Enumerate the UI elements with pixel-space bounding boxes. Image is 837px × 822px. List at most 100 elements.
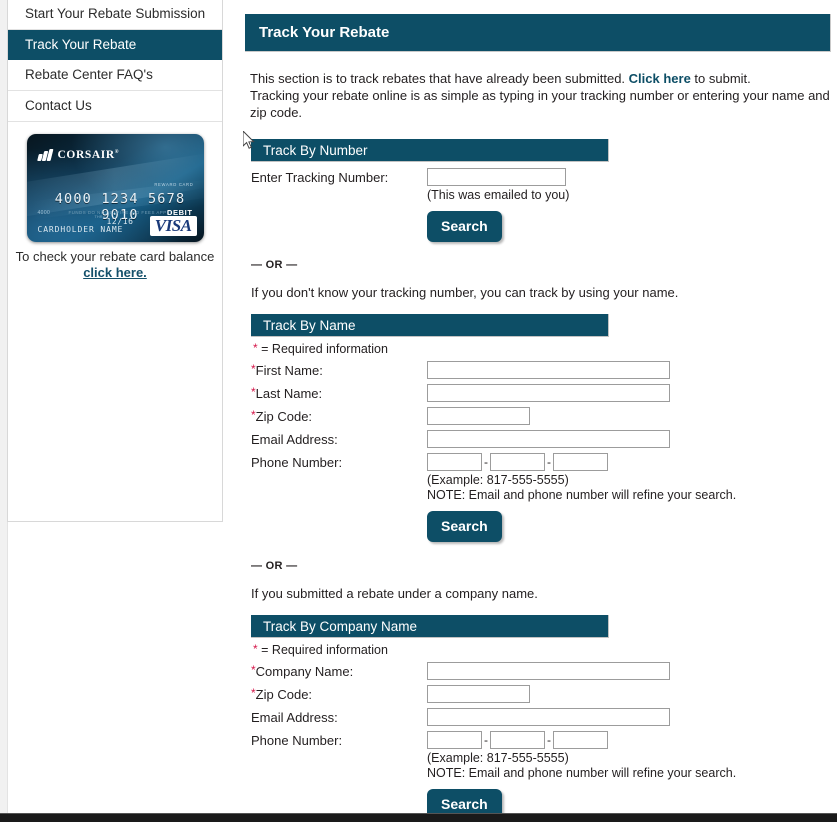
phone-line-input-company[interactable] xyxy=(553,731,608,749)
company-name-label-text: Company Name: xyxy=(255,664,354,679)
required-legend-text: = Required information xyxy=(261,643,388,657)
required-legend-name: * = Required information xyxy=(251,342,837,356)
first-name-label-text: First Name: xyxy=(255,363,323,378)
phone-dash: - xyxy=(547,733,551,747)
phone-label-name: Phone Number: xyxy=(251,455,343,470)
corsair-logo: CORSAIR® xyxy=(36,149,120,161)
zip-code-row-name: *Zip Code: xyxy=(251,407,837,425)
zip-code-input-name[interactable] xyxy=(427,407,530,425)
corsair-wordmark: CORSAIR® xyxy=(58,149,120,161)
corsair-sails-icon xyxy=(36,149,55,161)
page-title: Track Your Rebate xyxy=(245,14,831,52)
last-name-label: *Last Name: xyxy=(251,384,427,401)
card-reward-label: REWARD CARD xyxy=(154,182,194,187)
or-divider-1: — OR — xyxy=(251,259,298,271)
phone-example-name: (Example: 817-555-5555) xyxy=(427,473,569,487)
phone-dash: - xyxy=(484,455,488,469)
phone-example-company: (Example: 817-555-5555) xyxy=(427,751,569,765)
phone-note-company: NOTE: Email and phone number will refine… xyxy=(427,766,737,780)
last-name-input[interactable] xyxy=(427,384,670,402)
required-legend-company: * = Required information xyxy=(251,643,837,657)
phone-area-input-name[interactable] xyxy=(427,453,482,471)
track-by-name-actions: Search xyxy=(427,502,837,542)
sidebar-item-label: Rebate Center FAQ's xyxy=(25,67,153,82)
tracking-number-label: Enter Tracking Number: xyxy=(251,170,389,185)
sidebar-item-contact-us[interactable]: Contact Us xyxy=(8,91,222,122)
sidebar: Start Your Rebate Submission Track Your … xyxy=(7,0,223,522)
email-row-company: Email Address: xyxy=(251,708,837,726)
phone-row-company: Phone Number: - - (Example: 817-555-5555… xyxy=(251,731,837,780)
intro-line2: Tracking your rebate online is as simple… xyxy=(250,88,830,120)
track-by-name-header: Track By Name xyxy=(251,314,609,337)
last-name-label-text: Last Name: xyxy=(255,386,323,401)
email-input-name[interactable] xyxy=(427,430,670,448)
first-name-label: *First Name: xyxy=(251,361,427,378)
sidebar-item-label: Track Your Rebate xyxy=(25,37,137,52)
card-holder-name: CARDHOLDER NAME xyxy=(37,225,124,234)
rebate-card-block: CORSAIR® REWARD CARD 4000 1234 5678 9010… xyxy=(8,122,222,281)
phone-prefix-input-company[interactable] xyxy=(490,731,545,749)
track-by-name-lead: If you don't know your tracking number, … xyxy=(251,285,679,300)
intro-line1-before: This section is to track rebates that ha… xyxy=(250,71,629,86)
search-button-track-by-name[interactable]: Search xyxy=(427,511,502,542)
card-fine-print: FUNDS DO NOT EXPIRE. NO FEES APPLY xyxy=(68,210,173,215)
search-button-track-by-number[interactable]: Search xyxy=(427,211,502,242)
phone-line-input-name[interactable] xyxy=(553,453,608,471)
track-by-company-section: Track By Company Name * = Required infor… xyxy=(245,615,837,820)
intro-line1-after: to submit. xyxy=(690,71,751,86)
card-balance-link[interactable]: click here. xyxy=(83,265,147,280)
track-by-number-section: Track By Number Enter Tracking Number: (… xyxy=(245,139,837,242)
page-root: Start Your Rebate Submission Track Your … xyxy=(0,0,837,822)
email-row-name: Email Address: xyxy=(251,430,837,448)
tracking-number-row: Enter Tracking Number: (This was emailed… xyxy=(251,168,837,202)
phone-group-name: - - (Example: 817-555-5555) NOTE: Email … xyxy=(427,453,736,502)
visa-wordmark: VISA xyxy=(154,216,192,235)
company-name-row: *Company Name: xyxy=(251,662,837,680)
sidebar-item-label: Start Your Rebate Submission xyxy=(25,6,206,21)
track-by-company-lead: If you submitted a rebate under a compan… xyxy=(251,586,538,601)
track-by-number-header: Track By Number xyxy=(251,139,609,162)
required-asterisk: * xyxy=(253,642,258,656)
submit-rebate-link[interactable]: Click here xyxy=(629,71,691,86)
first-name-row: *First Name: xyxy=(251,361,837,379)
email-label: Email Address: xyxy=(251,430,427,447)
zip-code-row-company: *Zip Code: xyxy=(251,685,837,703)
first-name-input[interactable] xyxy=(427,361,670,379)
card-number-short: 4000 xyxy=(37,210,51,216)
phone-dash: - xyxy=(547,455,551,469)
phone-label-company: Phone Number: xyxy=(251,733,343,748)
zip-code-label-company: *Zip Code: xyxy=(251,685,427,702)
or-divider-2: — OR — xyxy=(251,560,298,572)
sidebar-item-track-your-rebate[interactable]: Track Your Rebate xyxy=(8,30,222,60)
required-legend-text: = Required information xyxy=(261,342,388,356)
last-name-row: *Last Name: xyxy=(251,384,837,402)
zip-code-label: *Zip Code: xyxy=(251,407,427,424)
phone-area-input-company[interactable] xyxy=(427,731,482,749)
sidebar-item-label: Contact Us xyxy=(25,98,92,113)
sidebar-nav: Start Your Rebate Submission Track Your … xyxy=(8,0,222,122)
sidebar-item-rebate-center-faqs[interactable]: Rebate Center FAQ's xyxy=(8,60,222,91)
rebate-card-image: CORSAIR® REWARD CARD 4000 1234 5678 9010… xyxy=(26,134,204,242)
sidebar-item-start-your-rebate-submission[interactable]: Start Your Rebate Submission xyxy=(8,0,222,30)
company-name-label: *Company Name: xyxy=(251,662,427,679)
zip-code-input-company[interactable] xyxy=(427,685,530,703)
tracking-number-input[interactable] xyxy=(427,168,566,186)
card-balance-caption: To check your rebate card balance click … xyxy=(8,249,222,281)
phone-group-company: - - (Example: 817-555-5555) NOTE: Email … xyxy=(427,731,736,780)
intro-text: This section is to track rebates that ha… xyxy=(245,70,837,121)
corsair-wordmark-text: CORSAIR xyxy=(57,149,115,161)
phone-note-name: NOTE: Email and phone number will refine… xyxy=(427,488,737,502)
card-balance-caption-text: To check your rebate card balance xyxy=(15,249,215,264)
zip-code-label-text: Zip Code: xyxy=(255,409,313,424)
phone-prefix-input-name[interactable] xyxy=(490,453,545,471)
email-label-company: Email Address: xyxy=(251,708,427,725)
track-by-name-section: Track By Name * = Required information *… xyxy=(245,314,837,542)
visa-logo: VISA xyxy=(149,216,197,236)
phone-dash: - xyxy=(484,733,488,747)
email-input-company[interactable] xyxy=(427,708,670,726)
company-name-input[interactable] xyxy=(427,662,670,680)
card-expiry-label: THRU xyxy=(94,215,106,219)
main-content: Track Your Rebate This section is to tra… xyxy=(245,0,837,820)
phone-row-name: Phone Number: - - (Example: 817-555-5555… xyxy=(251,453,837,502)
email-label-text: Email Address: xyxy=(251,432,338,447)
